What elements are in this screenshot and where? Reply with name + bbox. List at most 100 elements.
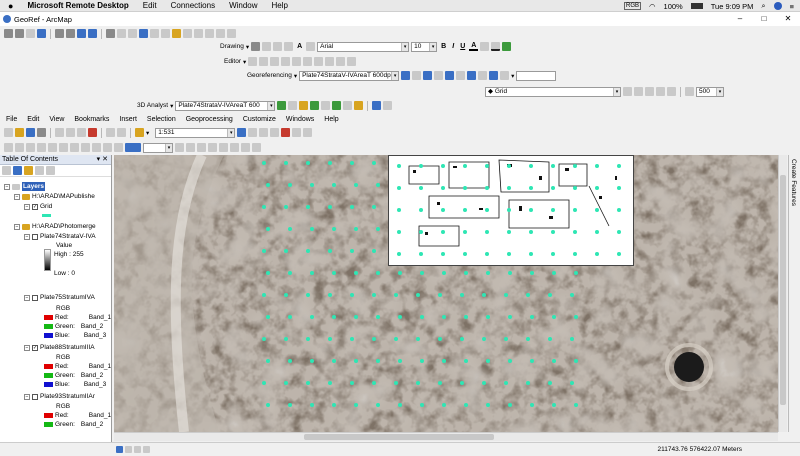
adjustment-select[interactable]: ▾ (143, 142, 173, 153)
dropdown-arrow-icon[interactable]: ▾ (294, 72, 297, 80)
dropdown-arrow-icon[interactable]: ▾ (146, 129, 149, 137)
toc-layers-root[interactable]: − Layers (4, 182, 45, 191)
menu-customize[interactable]: Customize (243, 116, 276, 123)
menu-file[interactable]: File (6, 116, 17, 123)
viewer-icon[interactable] (227, 29, 236, 38)
dimension-icon[interactable] (241, 143, 250, 152)
layout-view-icon[interactable] (125, 445, 132, 453)
add-control-points-icon[interactable] (423, 71, 433, 80)
shift-raster-icon[interactable] (412, 71, 422, 80)
toc-group-photomerge[interactable]: − H:\ARAD\Photomerge (14, 222, 96, 231)
cut-icon[interactable] (55, 128, 64, 137)
clock[interactable]: Tue 9:09 PM (711, 2, 754, 11)
refresh-icon[interactable] (134, 445, 141, 453)
adjust-icon[interactable] (4, 143, 13, 152)
georef-layer-select[interactable]: Plate74StrataV-IVAreaT 600dpi.tif ▾ (299, 70, 400, 81)
modify-link-icon[interactable] (81, 143, 90, 152)
profile-graph-icon[interactable] (310, 101, 320, 110)
list-by-selection-icon[interactable] (35, 166, 44, 175)
wifi-icon[interactable]: ◠ (649, 2, 656, 11)
data-view-icon[interactable] (116, 445, 123, 453)
swipe-icon[interactable] (656, 87, 665, 96)
select-link-icon[interactable] (434, 71, 444, 80)
font-color-button[interactable]: A (469, 42, 479, 51)
select-elements-icon[interactable] (128, 29, 137, 38)
annotation-icon[interactable] (252, 143, 261, 152)
scroll-thumb[interactable] (780, 175, 786, 405)
split-tool-icon[interactable] (292, 57, 302, 66)
steepest-path-icon[interactable] (288, 101, 298, 110)
preview-icon[interactable] (103, 143, 112, 152)
grid-visibility-checkbox[interactable]: ✓ (32, 203, 38, 210)
editor-menu[interactable]: Editor (224, 58, 241, 65)
maximize-button[interactable]: □ (752, 12, 776, 26)
grid-layer-select[interactable]: ◆ Grid ▾ (485, 86, 621, 97)
dropdown-arrow-icon[interactable]: ▾ (170, 102, 173, 110)
collapse-icon[interactable]: − (14, 193, 20, 200)
fill-color-icon[interactable] (480, 42, 490, 51)
python-icon[interactable] (292, 128, 302, 137)
point-icon[interactable] (281, 57, 291, 66)
mac-menu-connections[interactable]: Connections (171, 1, 215, 10)
collapse-icon[interactable]: − (24, 294, 30, 301)
interpolate-line-icon[interactable] (332, 101, 342, 110)
font-size-select[interactable]: 10 ▾ (411, 41, 438, 52)
mac-menu-edit[interactable]: Edit (143, 1, 157, 10)
attributes-icon[interactable] (325, 57, 335, 66)
user-icon[interactable] (773, 2, 782, 10)
new-displacement-icon[interactable] (70, 143, 79, 152)
mac-menu-window[interactable]: Window (229, 1, 257, 10)
flicker-rate-input[interactable]: 500 ▾ (696, 86, 724, 97)
attribute-transfer-icon[interactable] (48, 143, 57, 152)
catalog-icon[interactable] (259, 128, 269, 137)
interpolate-point-icon[interactable] (321, 101, 331, 110)
dropdown-arrow-icon[interactable]: ▾ (243, 58, 246, 66)
minimize-button[interactable]: – (728, 12, 752, 26)
contrast-icon[interactable] (623, 87, 632, 96)
zoom-to-elements-icon[interactable] (273, 42, 283, 51)
plate93-visibility-checkbox[interactable] (32, 393, 38, 400)
search-icon[interactable] (270, 128, 280, 137)
font-name-select[interactable]: Arial ▾ (317, 41, 410, 52)
rubbersheet-icon[interactable] (197, 143, 206, 152)
dropdown-arrow-icon[interactable]: ▾ (511, 72, 514, 80)
drawing-menu[interactable]: Drawing (220, 43, 244, 50)
menu-geoprocessing[interactable]: Geoprocessing (186, 116, 233, 123)
clear-selection-icon[interactable] (117, 29, 126, 38)
html-popup-icon[interactable] (183, 29, 192, 38)
transparency-icon[interactable] (645, 87, 654, 96)
rectangle-icon[interactable] (284, 42, 294, 51)
view-link-table-icon[interactable] (467, 71, 477, 80)
cogo-icon[interactable] (230, 143, 239, 152)
plate74-visibility-checkbox[interactable] (32, 233, 38, 240)
undo-icon[interactable] (106, 128, 115, 137)
edge-match-icon[interactable] (37, 143, 46, 152)
limited-adjust-icon[interactable] (59, 143, 68, 152)
collapse-icon[interactable]: − (24, 233, 30, 240)
reshape-icon[interactable] (303, 57, 313, 66)
scroll-thumb[interactable] (304, 434, 494, 440)
forward-extent-icon[interactable] (88, 29, 97, 38)
georeferencing-menu[interactable]: Georeferencing (247, 72, 292, 79)
arcscene-icon[interactable] (354, 101, 364, 110)
toc-pin-close[interactable]: ▾ ✕ (97, 155, 108, 165)
close-button[interactable]: ✕ (776, 12, 800, 26)
edit-tool-icon[interactable] (248, 57, 258, 66)
mac-menu-help[interactable]: Help (272, 1, 288, 10)
collapse-icon[interactable]: − (24, 203, 30, 210)
map-vertical-scrollbar[interactable] (778, 155, 787, 432)
collapse-icon[interactable]: − (14, 223, 20, 230)
plate88-visibility-checkbox[interactable]: ✓ (32, 344, 38, 351)
create-features-icon[interactable] (347, 57, 357, 66)
3d-analyst-menu[interactable]: 3D Analyst (137, 102, 168, 109)
go-to-xy-icon[interactable] (216, 29, 225, 38)
list-by-visibility-icon[interactable] (24, 166, 33, 175)
collapse-icon[interactable]: − (4, 183, 10, 190)
create-features-side-tab[interactable]: Create Features (788, 155, 800, 432)
topology-icon[interactable] (208, 143, 217, 152)
flicker-rate-icon[interactable] (685, 87, 694, 96)
straight-segment-icon[interactable] (259, 57, 269, 66)
arcglobe-icon[interactable] (372, 101, 382, 110)
toc-group-mapublisher[interactable]: − H:\ARAD\MAPublishe (14, 192, 95, 201)
line-color-icon[interactable] (491, 42, 501, 51)
